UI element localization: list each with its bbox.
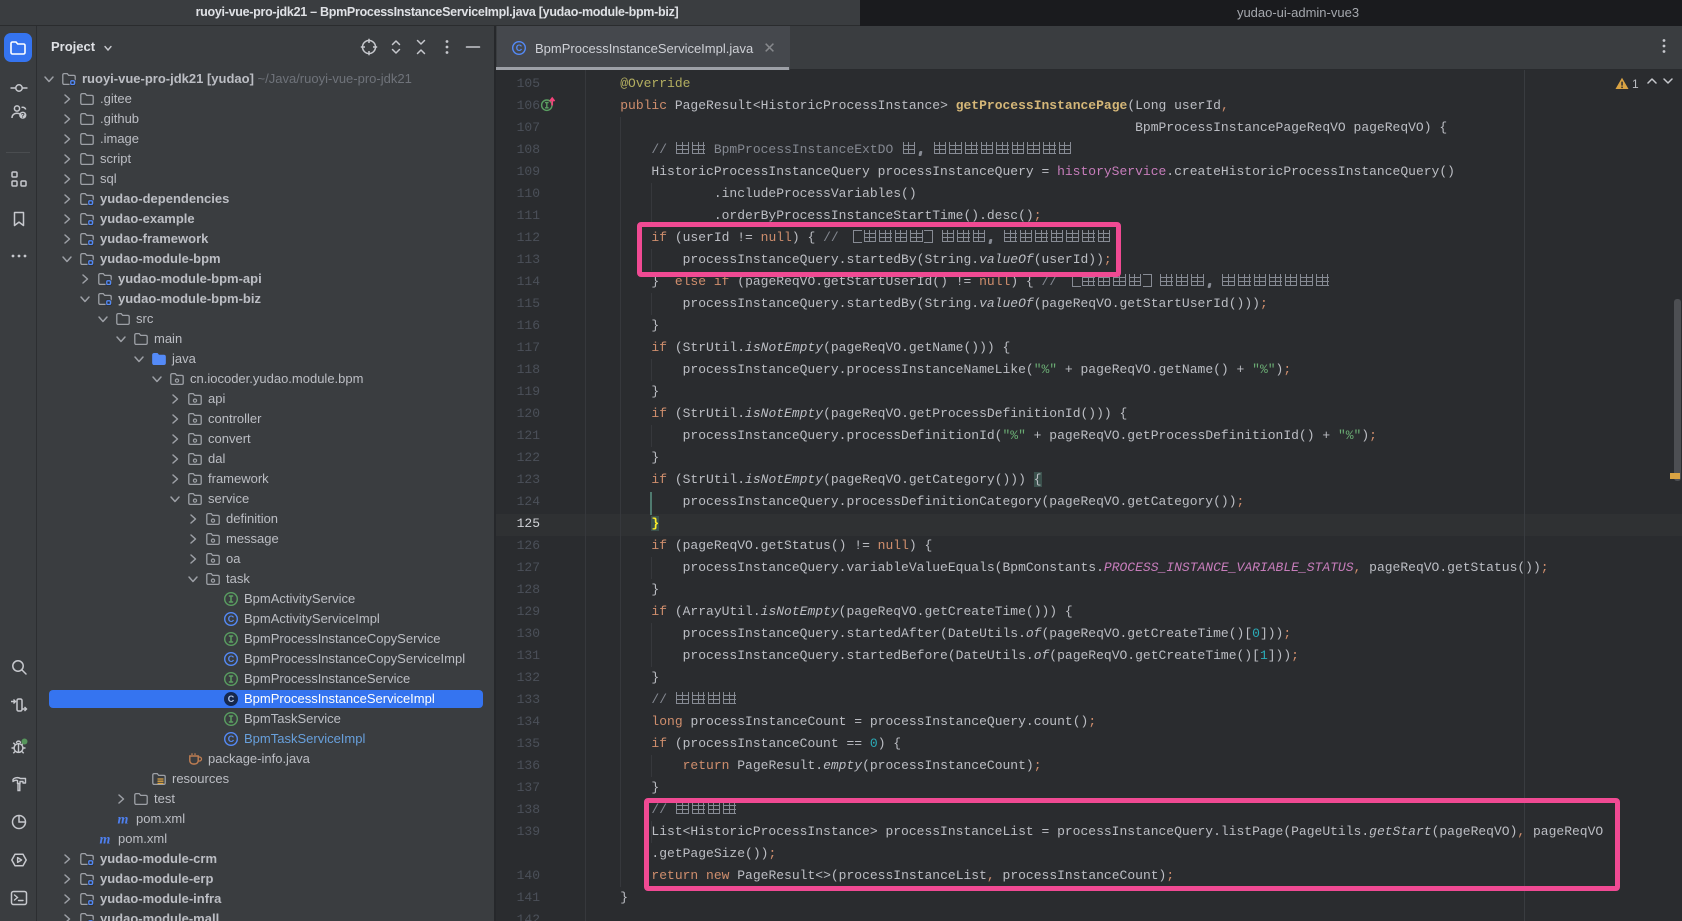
svg-text:m: m — [118, 812, 129, 827]
svg-text:C: C — [228, 614, 235, 624]
svg-text:C: C — [516, 43, 523, 53]
svg-text:C: C — [228, 654, 235, 664]
svg-text:?: ? — [21, 113, 25, 120]
svg-text:m: m — [100, 832, 111, 847]
svg-text:C: C — [228, 694, 235, 704]
svg-text:C: C — [228, 734, 235, 744]
